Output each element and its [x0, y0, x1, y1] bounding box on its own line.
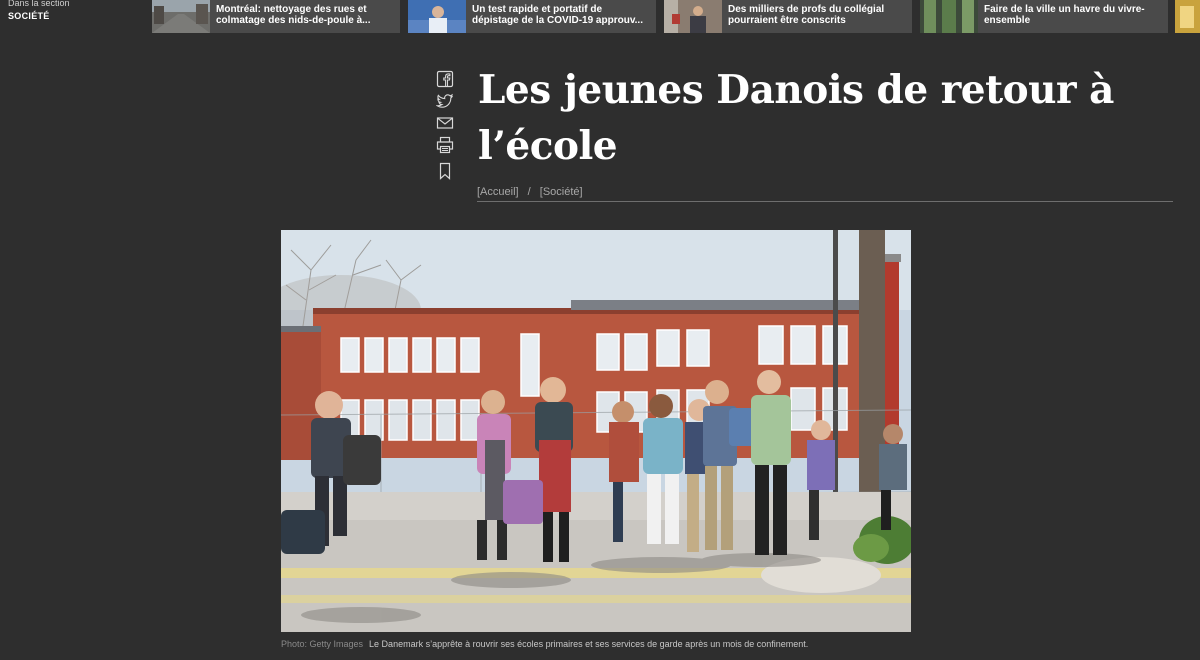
twitter-icon[interactable]	[436, 92, 454, 110]
breadcrumb-home-link[interactable]: [Accueil]	[477, 186, 519, 198]
facebook-icon[interactable]	[436, 70, 454, 88]
related-article-5-partial[interactable]	[1175, 0, 1200, 33]
breadcrumb-separator: /	[527, 186, 531, 198]
photo-credit: Photo: Getty Images	[281, 639, 364, 649]
article-title: Les jeunes Danois de retour à l’école	[478, 67, 1114, 169]
breadcrumb: [Accueil] / [Société]	[477, 186, 583, 198]
related-thumbnail	[920, 0, 978, 33]
related-thumbnail	[408, 0, 466, 33]
top-related-bar: Dans la section SOCIÉTÉ Montréal: nettoy…	[0, 0, 1200, 36]
share-toolbar	[436, 70, 454, 184]
related-title: Faire de la ville un havre du vivre-ense…	[984, 3, 1145, 26]
related-thumbnail	[1175, 0, 1200, 33]
related-thumbnail	[152, 0, 210, 33]
related-article-2[interactable]: Un test rapide et portatif de dépistage …	[408, 0, 656, 33]
related-title: Des milliers de profs du collégial pourr…	[728, 3, 885, 26]
section-label: Dans la section	[8, 0, 70, 8]
breadcrumb-section-link[interactable]: [Société]	[540, 186, 583, 198]
related-article-1[interactable]: Montréal: nettoyage des rues et colmatag…	[152, 0, 400, 33]
photo-caption: Photo: Getty Images Le Danemark s’apprête…	[281, 639, 808, 649]
email-icon[interactable]	[436, 114, 454, 132]
print-icon[interactable]	[436, 136, 454, 154]
title-divider	[477, 201, 1173, 202]
related-article-3[interactable]: Des milliers de profs du collégial pourr…	[664, 0, 912, 33]
related-thumbnail	[664, 0, 722, 33]
section-name[interactable]: SOCIÉTÉ	[8, 10, 50, 22]
related-article-4[interactable]: Faire de la ville un havre du vivre-ense…	[920, 0, 1168, 33]
related-title: Montréal: nettoyage des rues et colmatag…	[216, 3, 371, 26]
photo-caption-text: Le Danemark s’apprête à rouvrir ses écol…	[369, 639, 809, 649]
bookmark-icon[interactable]	[436, 162, 454, 180]
article-photo	[281, 230, 911, 632]
related-title: Un test rapide et portatif de dépistage …	[472, 3, 643, 26]
